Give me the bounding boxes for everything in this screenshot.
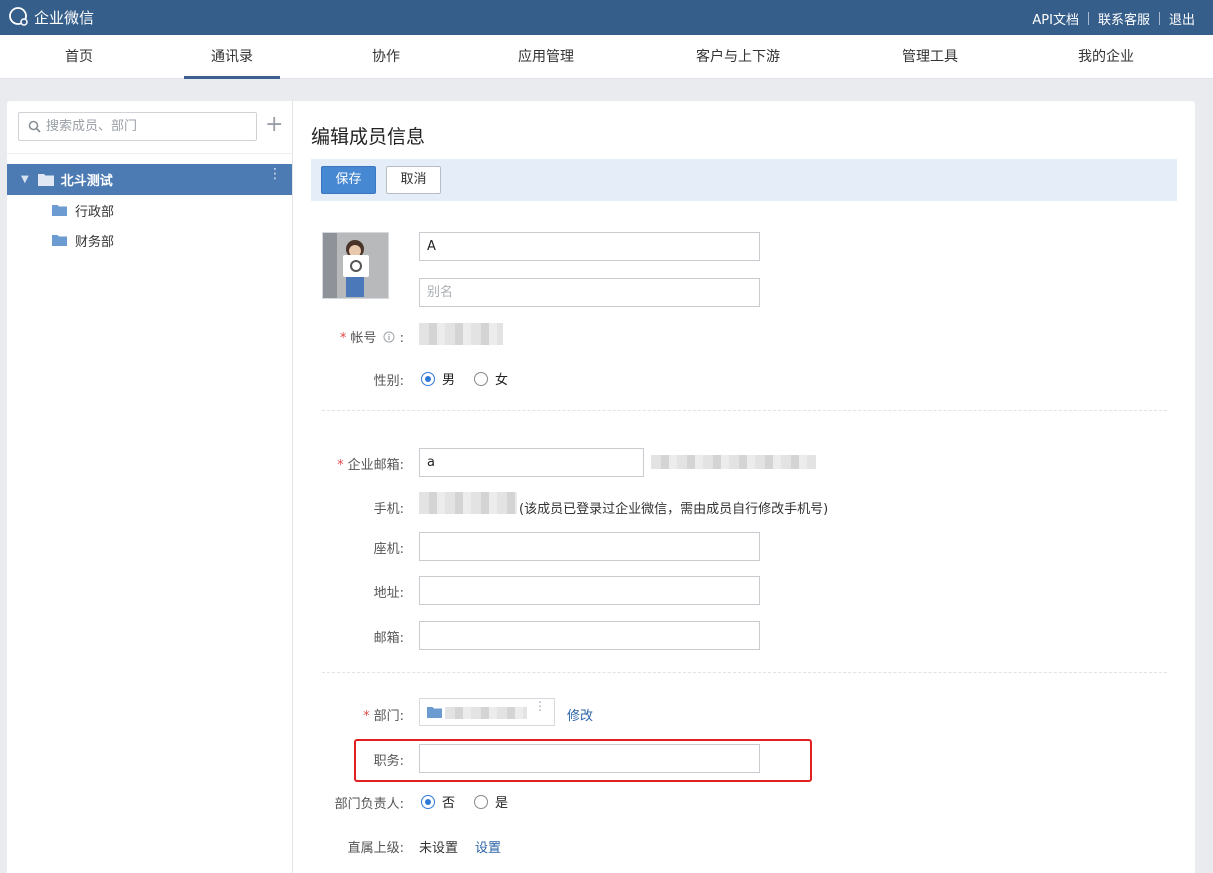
mailbox-label: 邮箱: (373, 631, 404, 646)
logo[interactable]: 企业微信 (8, 6, 94, 28)
alias-input[interactable] (419, 278, 760, 307)
required-mark: * (339, 331, 347, 346)
tree-item-finance-dept[interactable]: 财务部 (52, 228, 114, 252)
more-options-icon[interactable]: ⋮ (534, 700, 546, 712)
nav-my-enterprise[interactable]: 我的企业 (1060, 35, 1152, 79)
camera-icon[interactable] (343, 255, 369, 277)
logo-text: 企业微信 (34, 8, 95, 27)
department-label: 部门: (373, 709, 404, 724)
folder-icon (427, 707, 442, 718)
gender-label: 性别: (373, 374, 404, 389)
landline-input[interactable] (419, 532, 760, 561)
required-mark: * (337, 458, 344, 473)
nav-home[interactable]: 首页 (42, 35, 116, 79)
supervisor-value: 未设置 (419, 841, 459, 856)
gender-male-radio[interactable]: 男 (421, 369, 455, 388)
position-input[interactable] (419, 744, 760, 773)
search-box[interactable] (18, 112, 257, 141)
form-toolbar: 保存 取消 (311, 159, 1177, 201)
department-sidebar: + ▼ 北斗测试 ⋮ 行政部 财务部 (7, 101, 293, 873)
required-mark: * (363, 709, 370, 724)
radio-unchecked-icon (474, 794, 488, 809)
folder-icon (52, 235, 67, 246)
section-divider (322, 672, 1167, 673)
corporate-email-input[interactable] (419, 448, 644, 477)
contact-support-link[interactable]: 联系客服 (1098, 9, 1150, 28)
department-tag[interactable]: ⋮ (419, 698, 555, 726)
address-input[interactable] (419, 576, 760, 605)
account-value-masked (419, 323, 503, 345)
radio-checked-icon (421, 371, 435, 386)
account-label-row: * 帐号 : (314, 327, 404, 346)
divider (1087, 12, 1089, 25)
leader-yes-radio[interactable]: 是 (474, 792, 508, 811)
tree-item-label: 行政部 (75, 204, 115, 220)
add-icon[interactable]: + (265, 114, 283, 136)
mobile-label: 手机: (373, 502, 404, 517)
gender-female-label: 女 (495, 373, 509, 388)
main-nav: 首页 通讯录 协作 应用管理 客户与上下游 管理工具 我的企业 (0, 35, 1213, 79)
modify-department-link[interactable]: 修改 (567, 705, 593, 724)
nav-management-tools[interactable]: 管理工具 (884, 35, 976, 79)
info-icon[interactable] (383, 331, 395, 343)
colon: : (399, 331, 404, 346)
radio-unchecked-icon (474, 371, 488, 386)
cancel-button[interactable]: 取消 (386, 166, 441, 194)
edit-member-form: 编辑成员信息 保存 取消 *帐号 (294, 101, 1195, 873)
tree-item-admin-dept[interactable]: 行政部 (52, 198, 114, 222)
folder-icon (52, 205, 67, 216)
tree-item-label: 财务部 (75, 234, 115, 250)
gender-male-label: 男 (442, 373, 456, 388)
department-label-row: * 部门: (314, 705, 404, 724)
landline-label: 座机: (373, 542, 404, 557)
email-domain-masked (651, 455, 816, 469)
page-title: 编辑成员信息 (311, 126, 426, 148)
leader-no-label: 否 (442, 796, 456, 811)
leader-label: 部门负责人: (334, 797, 404, 812)
divider (7, 153, 293, 154)
email-label-row: * 企业邮箱: (314, 454, 404, 473)
email-label: 企业邮箱: (347, 458, 404, 473)
search-input[interactable] (46, 119, 246, 134)
avatar[interactable] (322, 232, 389, 299)
tree-root-label: 北斗测试 (60, 174, 113, 189)
mobile-value-masked (419, 492, 517, 514)
leader-yes-label: 是 (495, 796, 509, 811)
folder-icon (37, 174, 54, 186)
leader-no-radio[interactable]: 否 (421, 792, 455, 811)
main-panel: + ▼ 北斗测试 ⋮ 行政部 财务部 编辑成员信息 保存 取消 (7, 101, 1195, 873)
search-icon (28, 120, 41, 133)
wecom-logo-icon (9, 7, 28, 26)
nav-app-management[interactable]: 应用管理 (500, 35, 592, 79)
address-label: 地址: (373, 586, 404, 601)
mobile-note: (该成员已登录过企业微信，需由成员自行修改手机号) (519, 502, 829, 517)
department-name-masked (445, 707, 527, 719)
api-docs-link[interactable]: API文档 (1032, 9, 1079, 28)
more-options-icon[interactable]: ⋮ (268, 167, 282, 181)
name-input[interactable] (419, 232, 760, 261)
nav-contacts[interactable]: 通讯录 (184, 35, 280, 79)
position-label: 职务: (373, 754, 404, 769)
section-divider (322, 410, 1167, 411)
top-bar: 企业微信 API文档 联系客服 退出 (0, 0, 1213, 35)
nav-customers[interactable]: 客户与上下游 (680, 35, 796, 79)
logout-link[interactable]: 退出 (1169, 9, 1195, 28)
set-supervisor-link[interactable]: 设置 (475, 837, 501, 856)
collapse-triangle-icon[interactable]: ▼ (21, 174, 29, 185)
nav-collaboration[interactable]: 协作 (349, 35, 423, 79)
tree-root-department[interactable]: ▼ 北斗测试 ⋮ (7, 164, 292, 195)
account-label: 帐号 (350, 331, 377, 346)
divider (1158, 12, 1160, 25)
radio-checked-icon (421, 794, 435, 809)
save-button[interactable]: 保存 (321, 166, 376, 194)
gender-female-radio[interactable]: 女 (474, 369, 508, 388)
mailbox-input[interactable] (419, 621, 760, 650)
supervisor-label: 直属上级: (347, 841, 404, 856)
top-links: API文档 联系客服 退出 (1032, 9, 1195, 28)
